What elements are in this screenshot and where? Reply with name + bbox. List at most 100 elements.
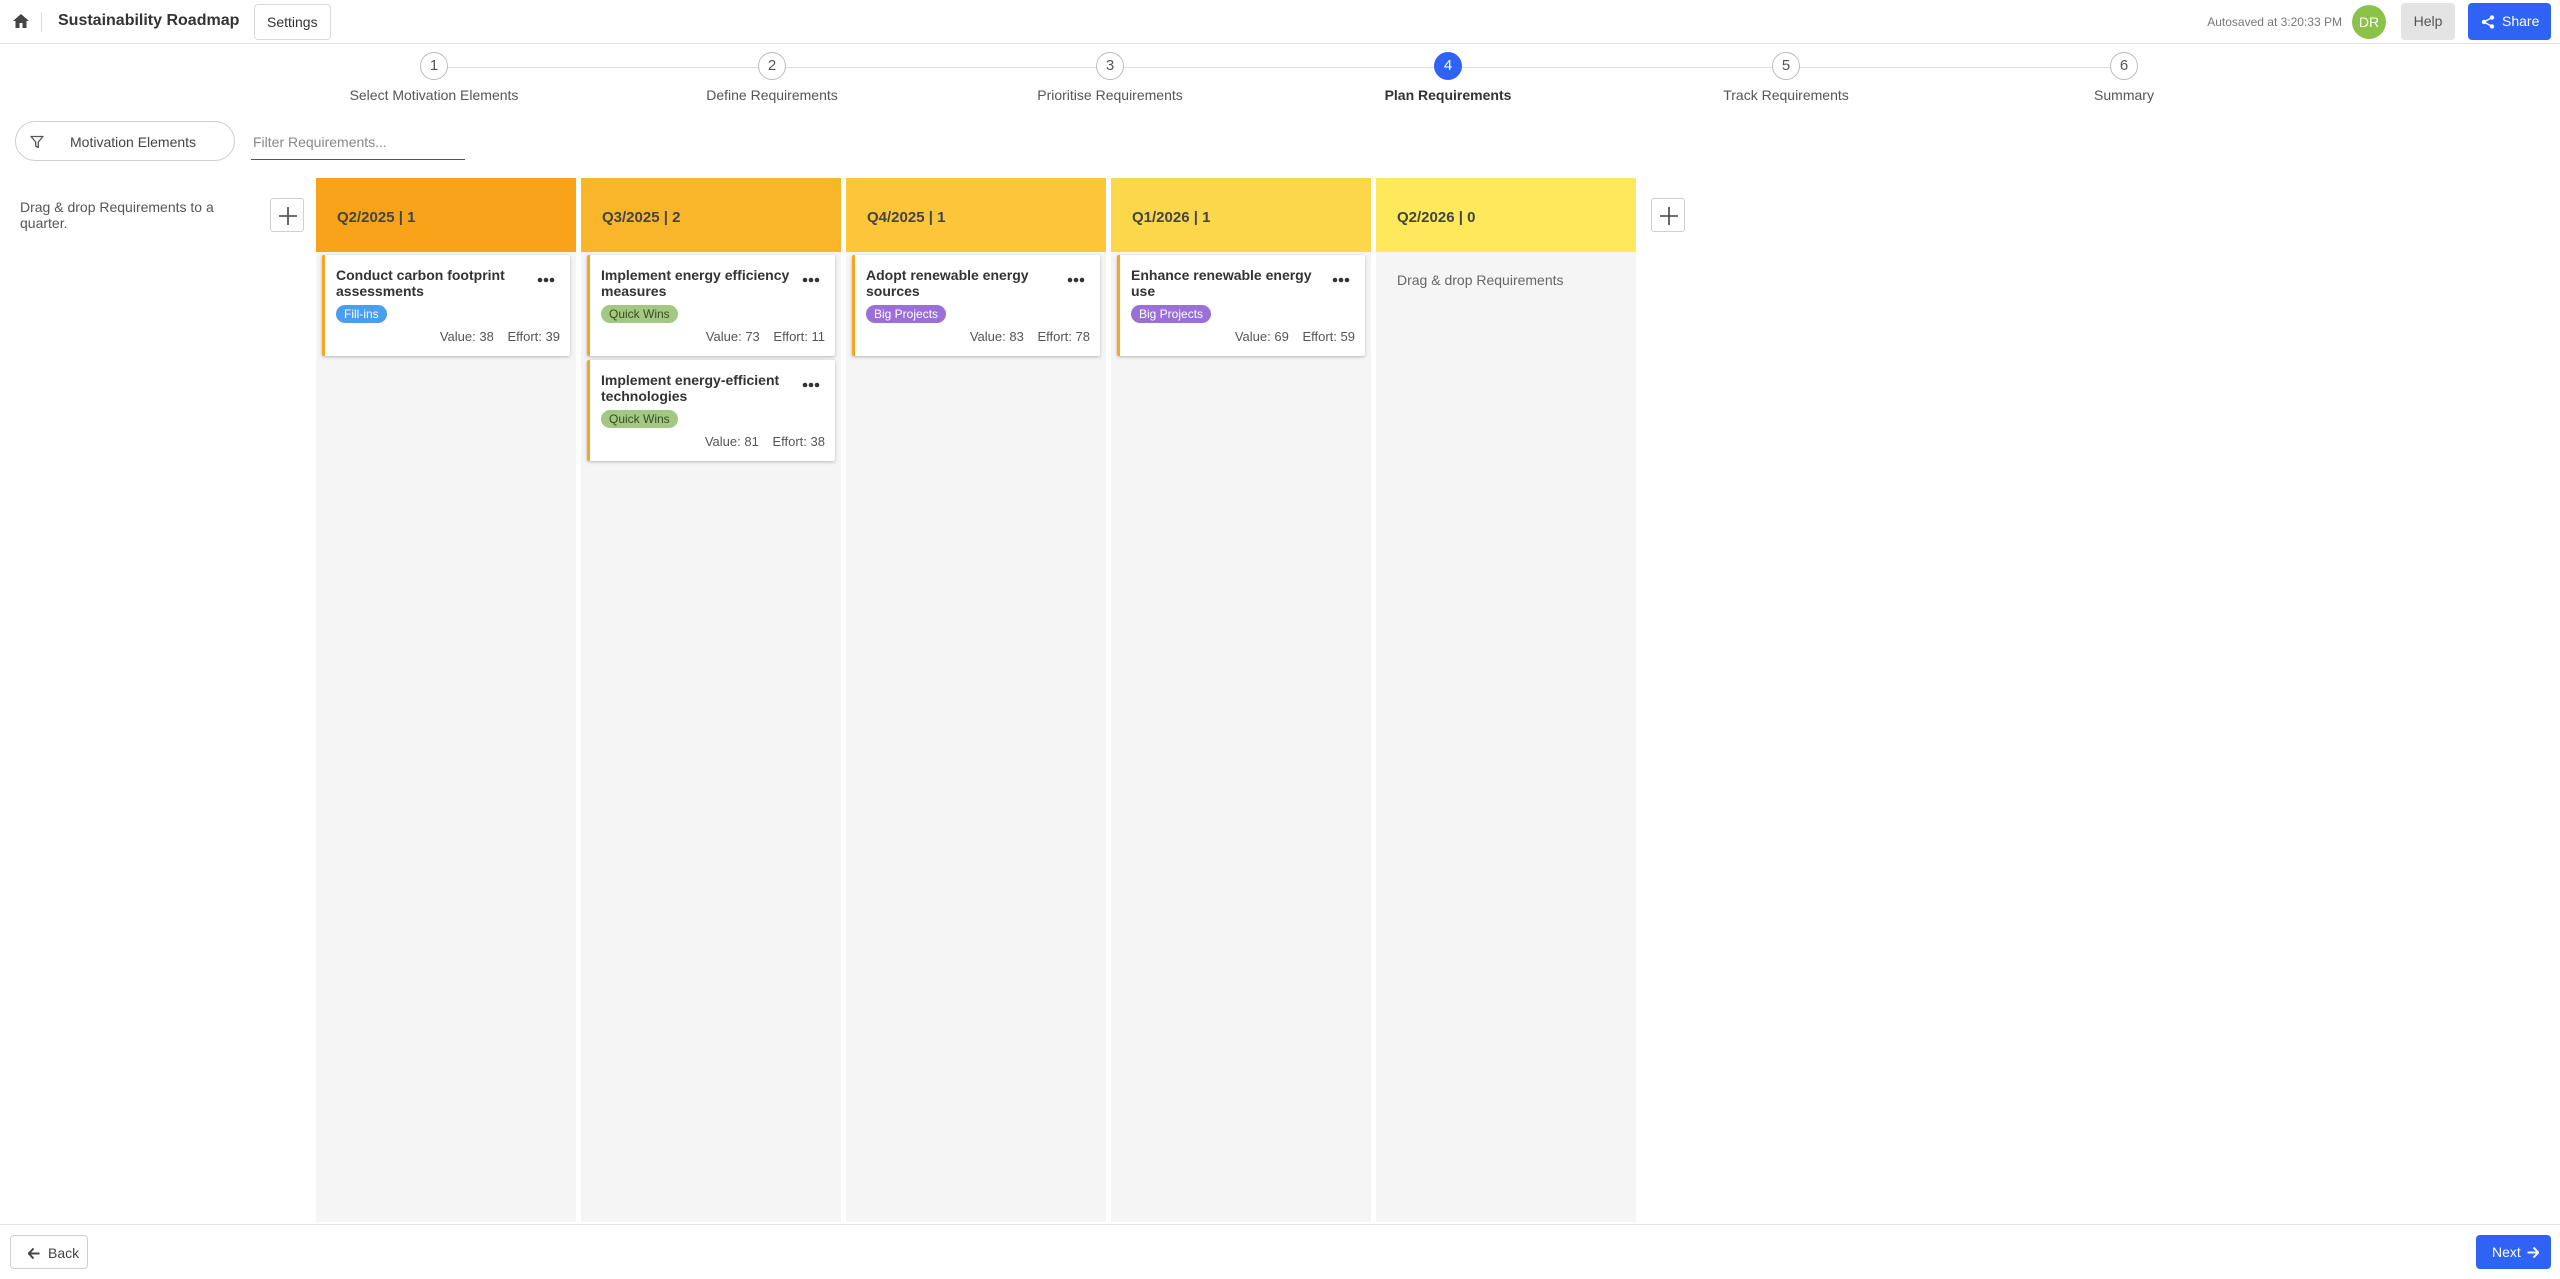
motivation-elements-label: Motivation Elements (70, 134, 197, 150)
value-label: Value: (1234, 329, 1271, 344)
card-list: Adopt renewable energy sources Big Proje… (846, 252, 1106, 356)
home-icon[interactable] (12, 12, 30, 30)
arrow-right-icon (2527, 1247, 2539, 1258)
category-tag: Fill-ins (336, 305, 387, 323)
back-label: Back (48, 1245, 80, 1261)
effort-label: Effort: (773, 329, 808, 344)
more-options-icon[interactable] (801, 380, 821, 390)
value-number: 83 (1009, 329, 1024, 344)
motivation-elements-filter-button[interactable]: Motivation Elements (15, 121, 235, 161)
share-label: Share (2502, 13, 2540, 29)
next-label: Next (2492, 1244, 2521, 1260)
quarter-column[interactable]: Q4/2025 | 1 Adopt renewable energy sourc… (846, 178, 1106, 1222)
more-options-icon[interactable] (801, 275, 821, 285)
effort-label: Effort: (1302, 329, 1337, 344)
settings-button[interactable]: Settings (254, 4, 331, 40)
requirement-title: Conduct carbon footprint assessments (336, 267, 505, 299)
value-label: Value: (705, 329, 742, 344)
footer-bar: Back Next (0, 1224, 2560, 1279)
card-list: Drag & drop Requirements (1376, 252, 1636, 305)
requirement-card[interactable]: Implement energy efficiency measures Qui… (587, 255, 835, 356)
value-number: 69 (1274, 329, 1289, 344)
quarter-header: Q2/2025 | 1 (316, 178, 576, 252)
step-define-requirements[interactable]: 2 Define Requirements (622, 52, 922, 103)
requirement-card[interactable]: Enhance renewable energy use Big Project… (1117, 255, 1365, 356)
effort-number: 78 (1075, 329, 1090, 344)
category-tag: Quick Wins (601, 305, 678, 323)
step-number: 6 (2110, 52, 2138, 80)
quarter-header: Q2/2026 | 0 (1376, 178, 1636, 252)
more-options-icon[interactable] (1331, 275, 1351, 285)
effort-label: Effort: (1037, 329, 1072, 344)
board-hint: Drag & drop Requirements to a quarter. (20, 199, 214, 231)
quarter-column[interactable]: Q2/2025 | 1 Conduct carbon footprint ass… (316, 178, 576, 1222)
step-number: 5 (1772, 52, 1800, 80)
quarter-header: Q3/2025 | 2 (581, 178, 841, 252)
card-metrics: Value: 69 Effort: 59 (1235, 329, 1355, 344)
card-metrics: Value: 83 Effort: 78 (970, 329, 1090, 344)
add-quarter-after-button[interactable] (1651, 198, 1685, 232)
step-label: Track Requirements (1723, 87, 1849, 103)
category-tag: Big Projects (1131, 305, 1212, 323)
share-button[interactable]: Share (2468, 3, 2551, 40)
empty-drop-hint: Drag & drop Requirements (1397, 272, 1564, 288)
step-label: Select Motivation Elements (349, 87, 519, 103)
value-label: Value: (439, 329, 476, 344)
requirement-title: Implement energy-efficient technologies (601, 372, 780, 404)
value-label: Value: (969, 329, 1006, 344)
app-title: Sustainability Roadmap (58, 12, 240, 29)
step-label: Define Requirements (706, 87, 838, 103)
more-options-icon[interactable] (1066, 275, 1086, 285)
card-metrics: Value: 73 Effort: 11 (706, 329, 825, 344)
card-metrics: Value: 38 Effort: 39 (440, 329, 560, 344)
arrow-left-icon (28, 1248, 40, 1259)
category-tag: Quick Wins (601, 410, 678, 428)
requirement-title: Enhance renewable energy use (1131, 267, 1312, 299)
effort-label: Effort: (507, 329, 542, 344)
effort-number: 59 (1340, 329, 1355, 344)
autosave-status: Autosaved at 3:20:33 PM (2207, 15, 2342, 29)
add-quarter-before-button[interactable] (270, 198, 304, 232)
quarter-header: Q1/2026 | 1 (1111, 178, 1371, 252)
filter-icon (30, 135, 44, 149)
divider (41, 12, 42, 32)
filter-requirements-input[interactable] (251, 124, 465, 160)
plus-icon (279, 207, 297, 225)
step-number: 4 (1434, 52, 1462, 80)
step-label: Summary (2094, 87, 2154, 103)
step-number: 3 (1096, 52, 1124, 80)
next-button[interactable]: Next (2476, 1235, 2551, 1269)
more-options-icon[interactable] (536, 275, 556, 285)
value-label: Value: (704, 434, 741, 449)
help-button[interactable]: Help (2401, 3, 2455, 40)
step-number: 1 (420, 52, 448, 80)
progress-stepper: 1 Select Motivation Elements 2 Define Re… (0, 52, 2560, 108)
card-list: Implement energy efficiency measures Qui… (581, 252, 841, 461)
effort-label: Effort: (772, 434, 807, 449)
step-plan-requirements[interactable]: 4 Plan Requirements (1298, 52, 1598, 103)
back-button[interactable]: Back (10, 1235, 88, 1269)
requirement-title: Adopt renewable energy sources (866, 267, 1029, 299)
quarter-column[interactable]: Q3/2025 | 2 Implement energy efficiency … (581, 178, 841, 1222)
requirement-card[interactable]: Conduct carbon footprint assessments Fil… (322, 255, 570, 356)
avatar[interactable]: DR (2352, 5, 2386, 39)
card-metrics: Value: 81 Effort: 38 (705, 434, 825, 449)
quarter-column[interactable]: Q1/2026 | 1 Enhance renewable energy use… (1111, 178, 1371, 1222)
step-prioritise-requirements[interactable]: 3 Prioritise Requirements (960, 52, 1260, 103)
plus-icon (1660, 207, 1678, 225)
card-list: Conduct carbon footprint assessments Fil… (316, 252, 576, 356)
requirement-title: Implement energy efficiency measures (601, 267, 790, 299)
card-list: Enhance renewable energy use Big Project… (1111, 252, 1371, 356)
step-track-requirements[interactable]: 5 Track Requirements (1636, 52, 1936, 103)
quarter-column[interactable]: Q2/2026 | 0 Drag & drop Requirements (1376, 178, 1636, 1222)
step-label: Prioritise Requirements (1037, 87, 1183, 103)
category-tag: Big Projects (866, 305, 947, 323)
requirement-card[interactable]: Implement energy-efficient technologies … (587, 360, 835, 461)
step-summary[interactable]: 6 Summary (1974, 52, 2274, 103)
step-number: 2 (758, 52, 786, 80)
requirement-card[interactable]: Adopt renewable energy sources Big Proje… (852, 255, 1100, 356)
step-select-motivation-elements[interactable]: 1 Select Motivation Elements (284, 52, 584, 103)
value-number: 38 (479, 329, 494, 344)
value-number: 73 (745, 329, 760, 344)
value-number: 81 (744, 434, 759, 449)
